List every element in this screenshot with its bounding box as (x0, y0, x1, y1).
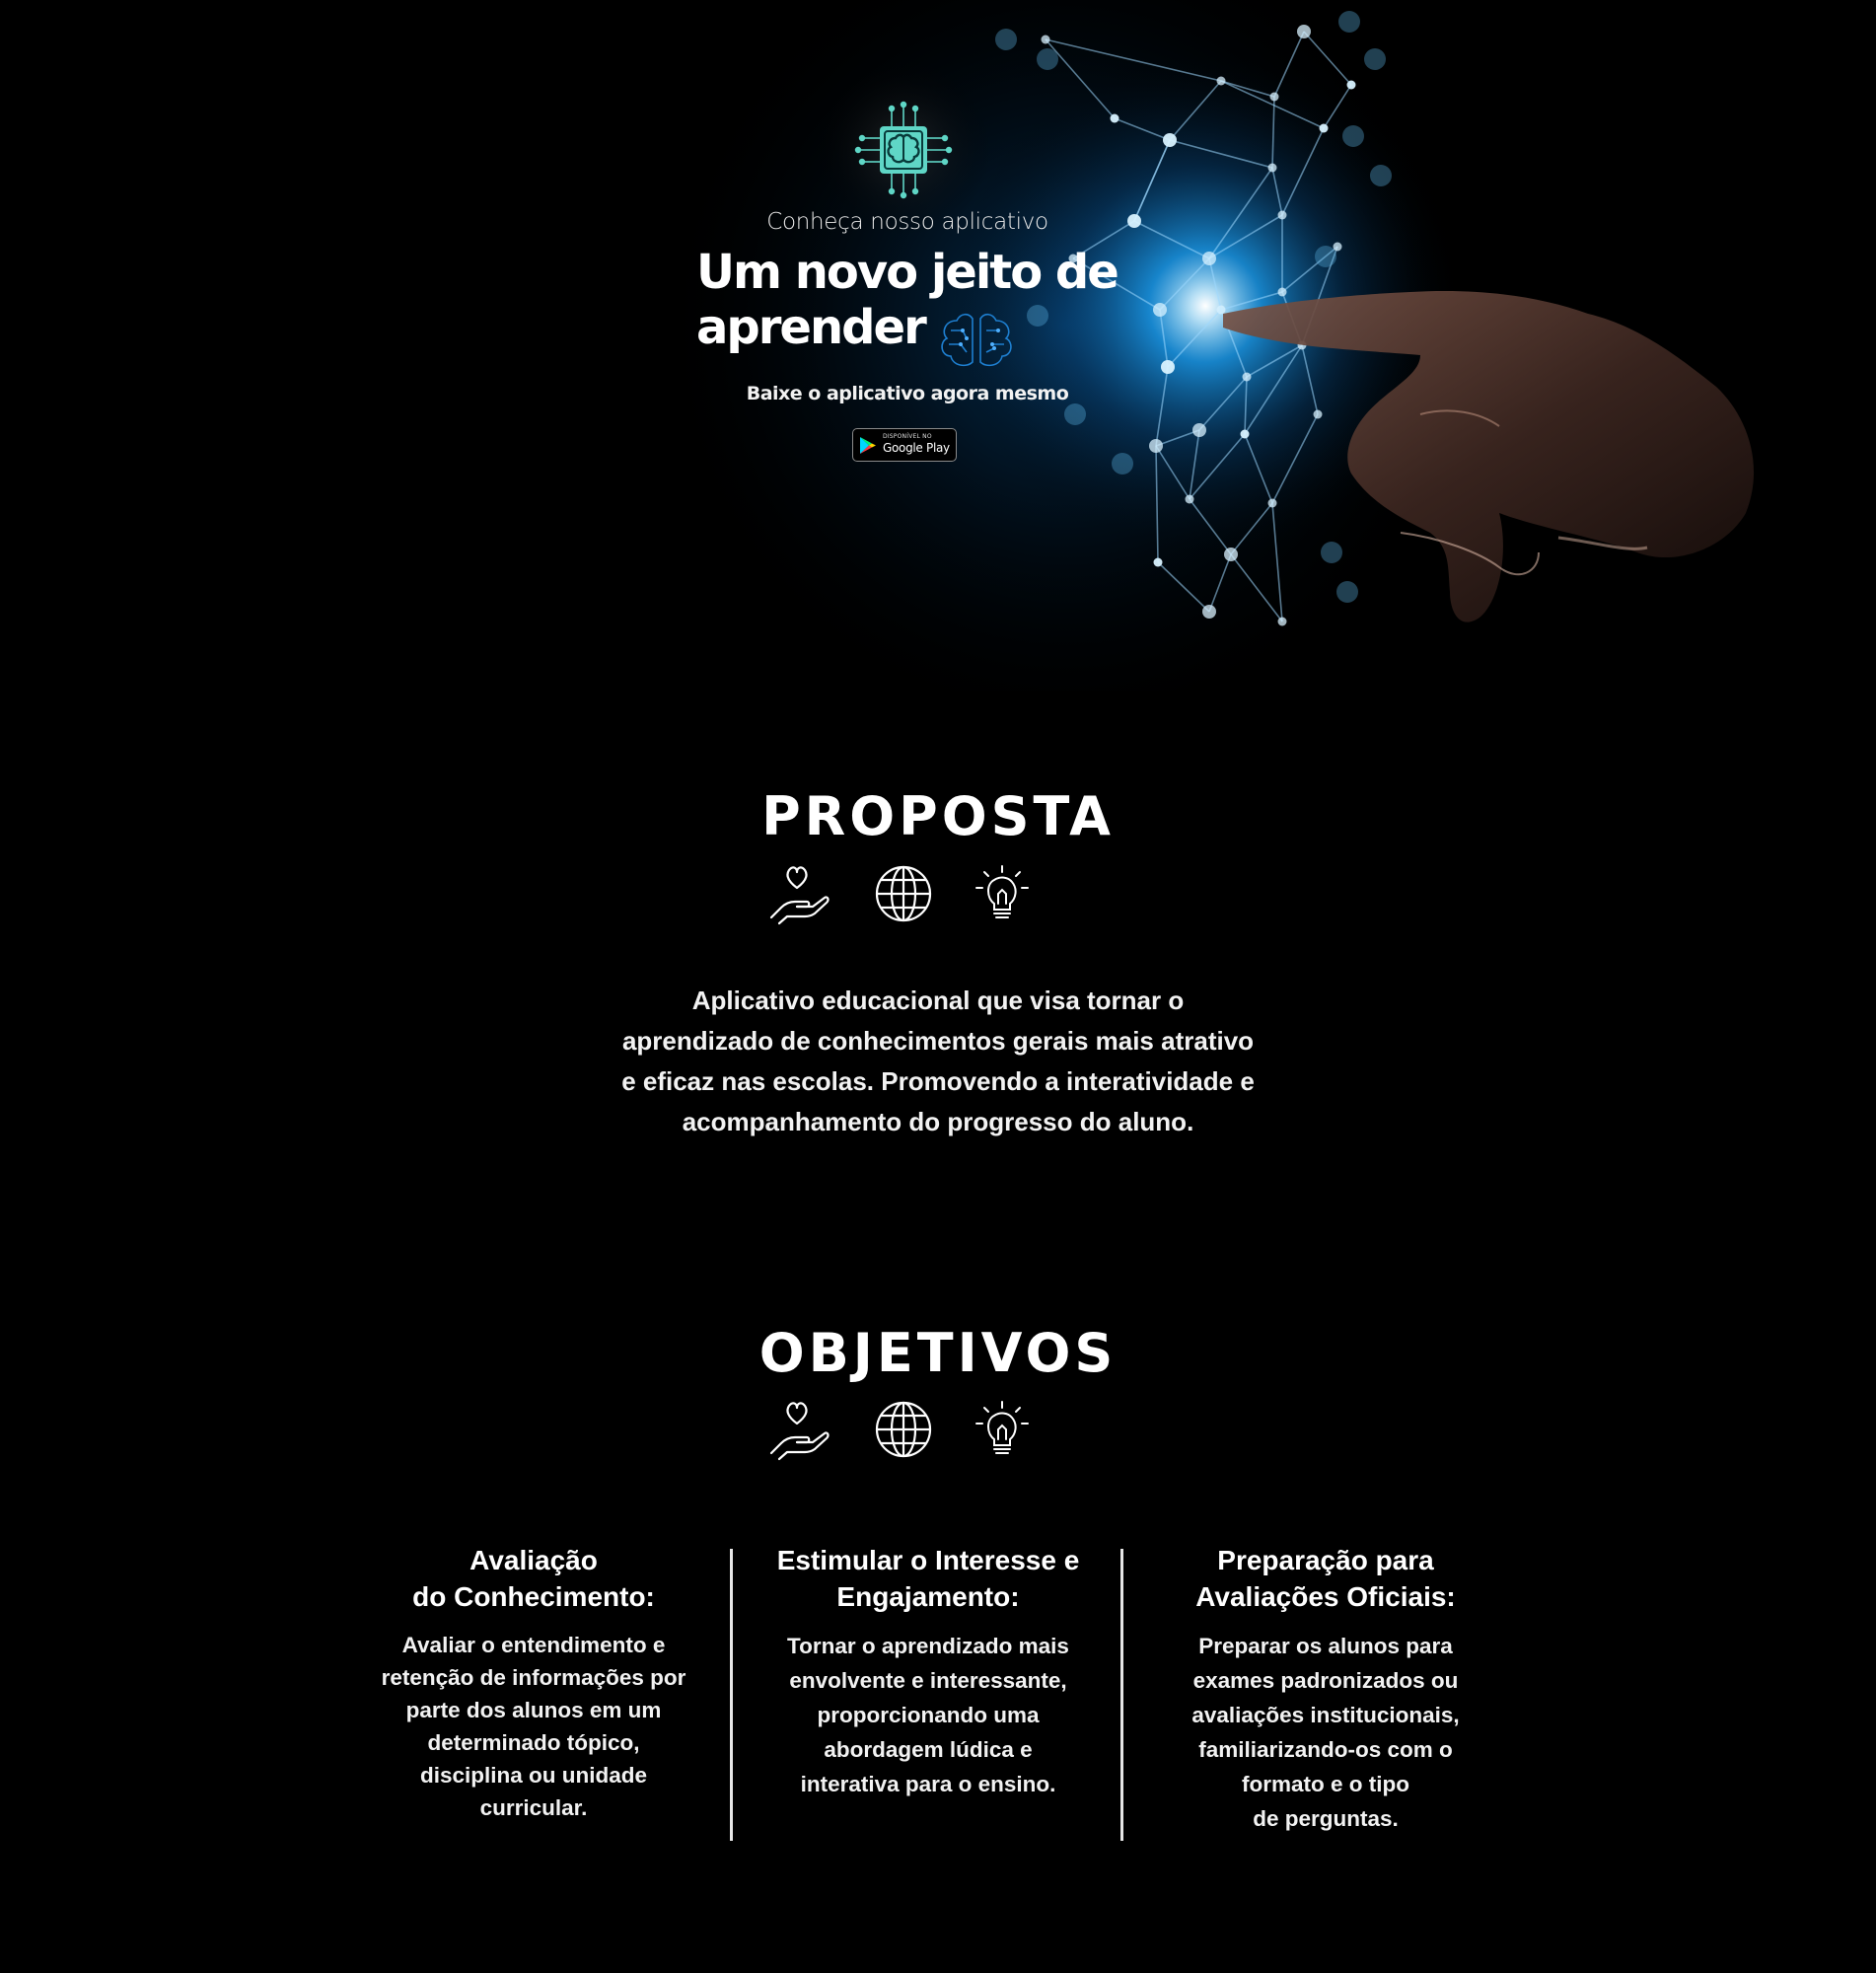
network-node (1333, 242, 1342, 252)
objetivo-text-line: determinado tópico, (427, 1730, 640, 1755)
network-node (1192, 423, 1206, 437)
objetivo-text: Tornar o aprendizado mais envolvente e i… (750, 1629, 1107, 1801)
bokeh-dot (1112, 453, 1133, 475)
heart-hand-icon (769, 866, 830, 925)
bokeh-dot (995, 29, 1017, 50)
objetivo-text-line: interativa para o ensino. (800, 1772, 1056, 1796)
objetivo-text-line: Preparar os alunos para (1198, 1634, 1453, 1658)
objetivo-title-line: Estimular o Interesse e (776, 1545, 1080, 1575)
brain-chip-icon (854, 101, 953, 199)
network-node (1313, 409, 1323, 419)
network-node (1216, 305, 1226, 315)
lightbulb-icon (975, 1401, 1029, 1454)
google-play-badge[interactable]: DISPONÍVEL NO Google Play (852, 428, 957, 462)
objetivo-title-line: do Conhecimento: (412, 1581, 655, 1612)
globe-icon (875, 1401, 932, 1458)
hero-subtitle: Baixe o aplicativo agora mesmo (746, 383, 1069, 404)
hero-kicker: Conheça nosso aplicativo (766, 209, 1048, 235)
objetivo-text: Avaliar o entendimento e retenção de inf… (345, 1629, 722, 1824)
badge-small-text: DISPONÍVEL NO (883, 433, 932, 440)
column-divider (1120, 1549, 1123, 1841)
heart-hand-icon (769, 1402, 830, 1461)
proposta-title: PROPOSTA (761, 785, 1115, 847)
proposta-line: Aplicativo educacional que visa tornar o (691, 986, 1185, 1015)
proposta-line: e eficaz nas escolas. Promovendo a inter… (621, 1066, 1255, 1096)
objetivo-text-line: de perguntas. (1253, 1806, 1399, 1831)
objetivo-text-line: Avaliar o entendimento e (401, 1633, 666, 1657)
objetivo-text-line: envolvente e interessante, (789, 1668, 1067, 1693)
objetivo-title-line: Avaliação (469, 1545, 598, 1575)
objetivo-title: Estimular o Interesse e Engajamento: (750, 1542, 1107, 1615)
network-node (1319, 123, 1329, 133)
bokeh-dot (1321, 542, 1342, 563)
network-node (1346, 80, 1356, 90)
objetivo-text-line: avaliações institucionais, (1191, 1703, 1460, 1727)
objetivo-title-line: Preparação para (1217, 1545, 1434, 1575)
objetivo-text-line: formato e o tipo (1242, 1772, 1409, 1796)
objetivo-title: Preparação para Avaliações Oficiais: (1144, 1542, 1507, 1615)
objetivo-title: Avaliação do Conhecimento: (345, 1542, 722, 1615)
network-node (1216, 76, 1226, 86)
objetivo-title-line: Engajamento: (836, 1581, 1020, 1612)
bokeh-dot (1370, 165, 1392, 186)
network-node (1041, 35, 1050, 44)
network-node (1277, 210, 1287, 220)
brain-icon (941, 313, 1012, 367)
network-node (1161, 360, 1175, 374)
objetivo-text-line: retenção de informações por (381, 1665, 686, 1690)
network-node (1110, 113, 1119, 123)
network-node (1267, 498, 1277, 508)
objetivo-text-line: familiarizando-os com o (1198, 1737, 1453, 1762)
objetivo-title-line: Avaliações Oficiais: (1195, 1581, 1456, 1612)
network-node (1267, 163, 1277, 173)
network-node (1297, 25, 1311, 38)
network-node (1153, 557, 1163, 567)
google-play-icon (860, 437, 876, 454)
network-node (1277, 617, 1287, 626)
objetivo-text-line: proporcionando uma (817, 1703, 1040, 1727)
network-node (1240, 429, 1250, 439)
network-node (1224, 548, 1238, 561)
bokeh-dot (1336, 581, 1358, 603)
bokeh-dot (1338, 11, 1360, 33)
objetivo-text-line: exames padronizados ou (1192, 1668, 1459, 1693)
network-node (1163, 133, 1177, 147)
network-node (1202, 605, 1216, 619)
objetivo-card-2: Estimular o Interesse e Engajamento: Tor… (750, 1542, 1107, 1801)
proposta-icons-row (759, 862, 1055, 925)
lightbulb-icon (975, 865, 1029, 918)
objetivo-text-line: abordagem lúdica e (824, 1737, 1033, 1762)
proposta-line: aprendizado de conhecimentos gerais mais… (621, 1026, 1255, 1056)
objetivo-text: Preparar os alunos para exames padroniza… (1144, 1629, 1507, 1836)
network-node (1185, 494, 1194, 504)
objetivos-icons-row (759, 1398, 1055, 1461)
objetivo-text-line: Tornar o aprendizado mais (787, 1634, 1069, 1658)
bokeh-dot (1037, 48, 1058, 70)
objetivo-card-3: Preparação para Avaliações Oficiais: Pre… (1144, 1542, 1507, 1836)
network-node (1149, 439, 1163, 453)
network-node (1242, 372, 1252, 382)
objetivo-text-line: curricular. (479, 1795, 588, 1820)
objetivos-title: OBJETIVOS (758, 1322, 1118, 1384)
hero-title-line-1: Um novo jeito de (696, 245, 1119, 300)
network-node (1277, 287, 1287, 297)
bokeh-dot (1315, 246, 1336, 267)
column-divider (730, 1549, 733, 1841)
proposta-description: Aplicativo educacional que visa tornar o… (494, 981, 1382, 1142)
objetivo-text-line: disciplina ou unidade (419, 1763, 648, 1788)
objetivo-text-line: parte dos alunos em um (405, 1698, 662, 1722)
globe-icon (875, 865, 932, 922)
badge-store-name: Google Play (883, 441, 950, 455)
bokeh-dot (1064, 403, 1086, 425)
bokeh-dot (1364, 48, 1386, 70)
bokeh-dot (1342, 125, 1364, 147)
objetivo-card-1: Avaliação do Conhecimento: Avaliar o ent… (345, 1542, 722, 1824)
network-node (1269, 92, 1279, 102)
proposta-line: acompanhamento do progresso do aluno. (682, 1107, 1194, 1136)
